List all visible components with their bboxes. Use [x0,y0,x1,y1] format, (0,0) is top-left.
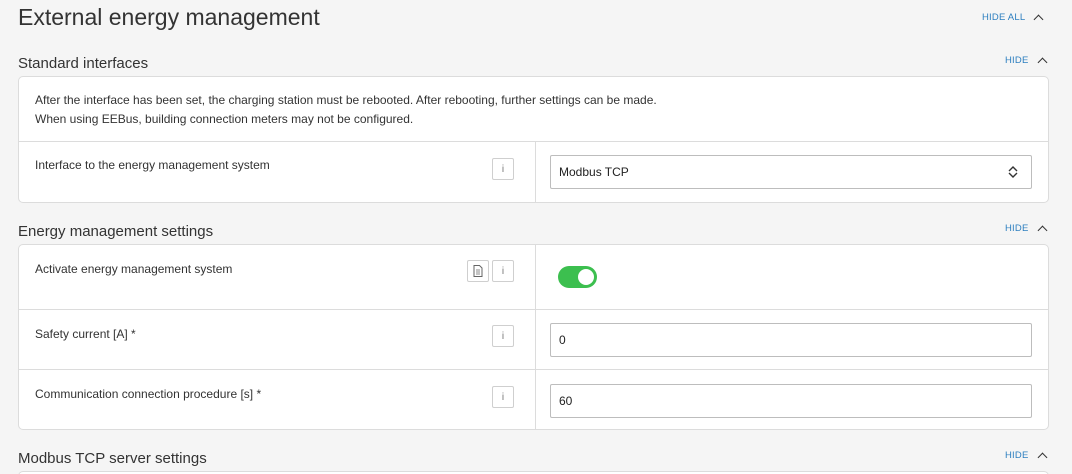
activate-row: Activate energy management system i [19,245,1048,309]
chevron-up-icon [1037,452,1047,462]
energy-management-card: Activate energy management system i Safe… [18,244,1049,430]
activate-label: Activate energy management system [35,262,233,276]
up-down-arrows-icon [1008,166,1018,178]
document-icon [473,265,483,277]
activate-info-button[interactable]: i [492,260,514,282]
hide-all-label: HIDE ALL [982,12,1026,23]
comm-procedure-row: Communication connection procedure [s] *… [19,369,1048,430]
page-title: External energy management [18,4,320,30]
row-divider [535,142,536,202]
toggle-knob [578,269,594,285]
comm-procedure-label: Communication connection procedure [s] * [35,387,262,401]
safety-current-row: Safety current [A] * i 0 [19,309,1048,369]
hide-all-button[interactable]: HIDE ALL [982,12,1044,24]
row-divider [535,245,536,309]
hide-modbus-server-button[interactable]: HIDE [1005,450,1047,462]
safety-current-label: Safety current [A] * [35,327,136,341]
chevron-up-icon [1037,225,1047,235]
safety-current-input[interactable]: 0 [550,323,1032,357]
safety-current-info-button[interactable]: i [492,325,514,347]
activate-toggle[interactable] [558,266,597,288]
section-title-standard-interfaces: Standard interfaces [18,55,149,72]
hide-standard-interfaces-button[interactable]: HIDE [1005,55,1047,67]
chevron-up-icon [1037,57,1047,67]
safety-current-value: 0 [559,333,566,347]
row-divider [535,370,536,430]
interface-label: Interface to the energy management syste… [35,158,270,172]
section-title-energy-management: Energy management settings [18,223,214,240]
section-title-modbus-server: Modbus TCP server settings [18,450,207,467]
info-icon: i [501,391,505,403]
comm-procedure-value: 60 [559,394,573,408]
eebus-note: When using EEBus, building connection me… [35,112,414,126]
interface-info-button[interactable]: i [492,158,514,180]
interface-row: Interface to the energy management syste… [19,141,1048,202]
activate-doc-button[interactable] [467,260,489,282]
info-icon: i [501,163,505,175]
interface-select[interactable]: Modbus TCP [550,155,1032,189]
comm-procedure-input[interactable]: 60 [550,384,1032,418]
hide-label: HIDE [1005,450,1029,461]
comm-procedure-info-button[interactable]: i [492,386,514,408]
hide-energy-management-button[interactable]: HIDE [1005,223,1047,235]
hide-label: HIDE [1005,223,1029,234]
row-divider [535,310,536,369]
interface-select-value: Modbus TCP [559,165,629,179]
chevron-up-icon [1033,14,1044,24]
standard-interfaces-card: After the interface has been set, the ch… [18,76,1049,203]
interface-reboot-note: After the interface has been set, the ch… [35,93,657,107]
info-icon: i [501,265,505,277]
info-icon: i [501,330,505,342]
hide-label: HIDE [1005,55,1029,66]
